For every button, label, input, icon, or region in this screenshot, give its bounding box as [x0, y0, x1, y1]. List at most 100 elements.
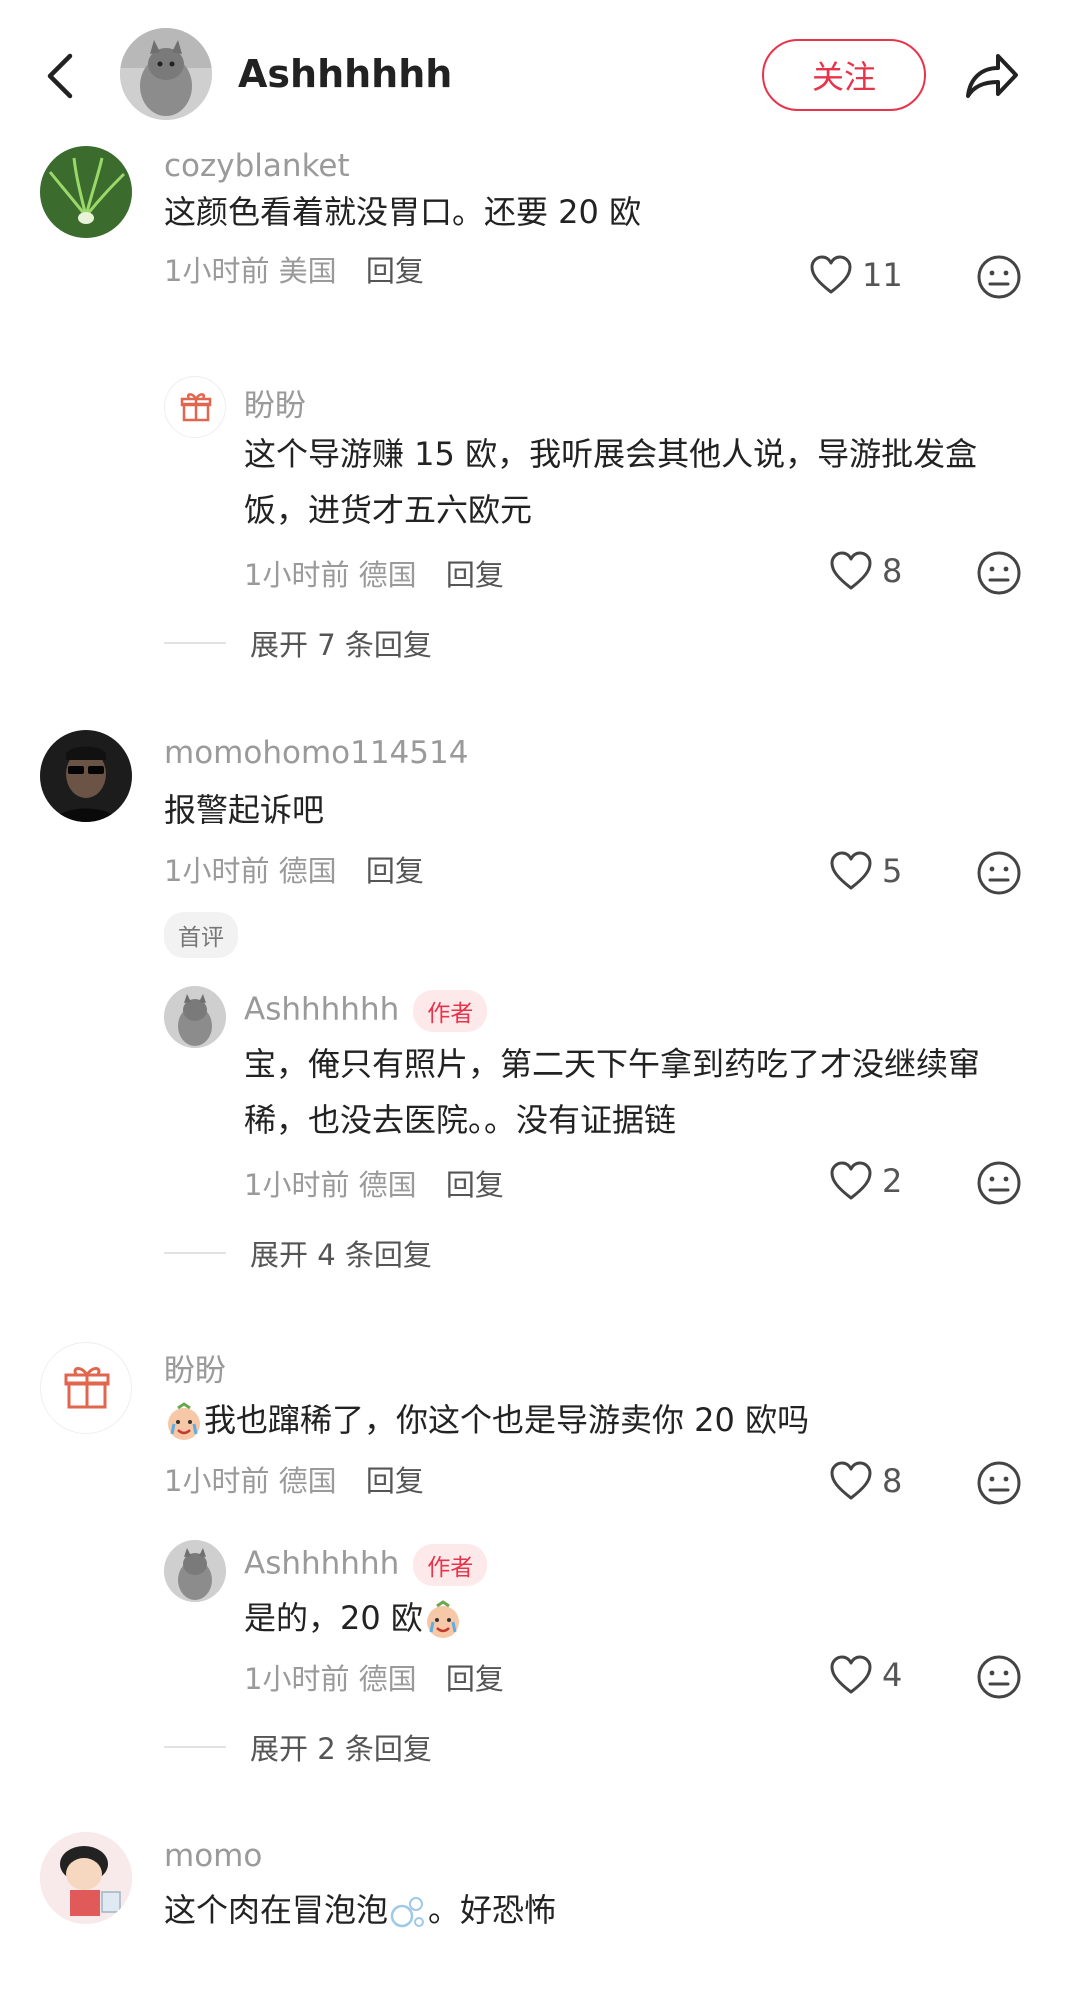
share-button[interactable]: [960, 48, 1020, 104]
reply-button[interactable]: 回复: [446, 1662, 504, 1696]
reply-avatar[interactable]: [164, 1540, 226, 1602]
reply-meta: 1小时前 德国 回复: [244, 552, 504, 594]
expand-replies-label: 展开 7 条回复: [250, 628, 432, 662]
reply-username[interactable]: 盼盼: [244, 380, 306, 425]
comment-text: 这颜色看着就没胃口。还要 20 欧: [164, 193, 642, 231]
first-comment-badge: 首评: [164, 912, 238, 958]
comment-location: 德国: [278, 1464, 337, 1498]
like-count: 4: [882, 1656, 903, 1694]
reply-time: 1小时前: [244, 558, 350, 592]
neutral-face-icon: [977, 255, 1021, 299]
comment-time: 1小时前: [164, 1464, 270, 1498]
follow-button[interactable]: 关注: [762, 39, 926, 111]
reply-location: 德国: [358, 1168, 417, 1202]
reply-avatar[interactable]: [164, 376, 226, 438]
commenter-avatar[interactable]: [40, 1832, 132, 1924]
heart-outline-icon: [830, 1655, 872, 1694]
plant-avatar-image: [40, 146, 132, 238]
comment-time: 1小时前: [164, 254, 270, 288]
comment-text: 报警起诉吧: [164, 791, 325, 829]
comment-meta: 1小时前 美国 回复: [164, 248, 424, 290]
comment-location: 德国: [278, 854, 337, 888]
heart-outline-icon: [830, 1461, 872, 1500]
emoji-react-button[interactable]: [976, 1160, 1022, 1206]
neutral-face-icon: [977, 551, 1021, 595]
reply-username: Ashhhhhh 作者: [244, 1544, 488, 1586]
emoji-react-button[interactable]: [976, 850, 1022, 896]
reply-button[interactable]: 回复: [366, 254, 424, 288]
divider-line: [164, 1746, 226, 1748]
reply-username: Ashhhhhh 作者: [244, 990, 488, 1032]
like-button[interactable]: 8: [828, 1458, 902, 1504]
comment-username[interactable]: momo: [164, 1838, 262, 1874]
top-bar: Ashhhhhh 关注: [0, 0, 1080, 160]
heart-outline-icon: [830, 1161, 872, 1200]
like-button[interactable]: 5: [828, 848, 902, 894]
author-badge: 作者: [413, 990, 488, 1032]
commenter-avatar[interactable]: [40, 1342, 132, 1434]
author-avatar[interactable]: [120, 28, 212, 120]
like-count: 2: [882, 1162, 903, 1200]
reply-username-text[interactable]: Ashhhhhh: [244, 992, 399, 1028]
like-count: 5: [882, 852, 903, 890]
comment-meta: 1小时前 德国 回复: [164, 1458, 424, 1500]
emoji-react-button[interactable]: [976, 1460, 1022, 1506]
crying-face-emoji: [168, 1402, 200, 1440]
expand-replies-button[interactable]: 展开 7 条回复: [164, 622, 432, 664]
emoji-react-button[interactable]: [976, 254, 1022, 300]
heart-outline-icon: [810, 255, 852, 294]
comment-username[interactable]: momohomo114514: [164, 735, 468, 771]
cat-avatar-image: [164, 986, 226, 1048]
crying-face-emoji: [426, 1600, 459, 1638]
reply-text: 这个导游赚 15 欧，我听展会其他人说，导游批发盒饭，进货才五六欧元: [244, 435, 978, 529]
reply-button[interactable]: 回复: [446, 1168, 504, 1202]
expand-replies-label: 展开 2 条回复: [250, 1732, 432, 1766]
reply-button[interactable]: 回复: [366, 854, 424, 888]
comment-username[interactable]: 盼盼: [164, 1345, 226, 1390]
neutral-face-icon: [977, 1655, 1021, 1699]
chevron-left-icon: [47, 53, 73, 99]
comment-text-part1: 这个肉在冒泡泡: [164, 1891, 389, 1929]
reply-button[interactable]: 回复: [366, 1464, 424, 1498]
divider-line: [164, 1252, 226, 1254]
reply-text-body: 是的，20 欧: [244, 1599, 423, 1637]
share-arrow-icon: [966, 54, 1018, 98]
comment-text-part2: 。好恐怖: [428, 1891, 557, 1929]
commenter-avatar[interactable]: [40, 146, 132, 238]
reply-meta: 1小时前 德国 回复: [244, 1656, 504, 1698]
comment-text: 我也蹿稀了，你这个也是导游卖你 20 欧吗: [164, 1392, 1024, 1448]
emoji-react-button[interactable]: [976, 550, 1022, 596]
cartoon-girl-avatar-image: [40, 1832, 132, 1924]
comment-text: 这个肉在冒泡泡 。好恐怖: [164, 1882, 1024, 1938]
expand-replies-button[interactable]: 展开 2 条回复: [164, 1726, 432, 1768]
reply-location: 德国: [358, 1662, 417, 1696]
expand-replies-label: 展开 4 条回复: [250, 1238, 432, 1272]
reply-username-text[interactable]: Ashhhhhh: [244, 1546, 399, 1582]
cat-avatar-image: [120, 28, 212, 120]
reply-time: 1小时前: [244, 1168, 350, 1202]
neutral-face-icon: [977, 1461, 1021, 1505]
comment-time: 1小时前: [164, 854, 270, 888]
divider-line: [164, 642, 226, 644]
comment-text-body: 我也蹿稀了，你这个也是导游卖你 20 欧吗: [204, 1401, 810, 1439]
commenter-avatar[interactable]: [40, 730, 132, 822]
comment-username[interactable]: cozyblanket: [164, 148, 350, 184]
like-button[interactable]: 8: [828, 548, 902, 594]
like-button[interactable]: 2: [828, 1158, 902, 1204]
expand-replies-button[interactable]: 展开 4 条回复: [164, 1232, 432, 1274]
reply-meta: 1小时前 德国 回复: [244, 1162, 504, 1204]
author-badge: 作者: [413, 1544, 488, 1586]
back-button[interactable]: [40, 48, 84, 104]
like-button[interactable]: 4: [828, 1652, 902, 1698]
comment-location: 美国: [278, 254, 337, 288]
emoji-react-button[interactable]: [976, 1654, 1022, 1700]
like-count: 11: [862, 256, 903, 294]
reply-avatar[interactable]: [164, 986, 226, 1048]
gift-icon: [180, 393, 212, 422]
reply-time: 1小时前: [244, 1662, 350, 1696]
heart-outline-icon: [830, 551, 872, 590]
like-button[interactable]: 11: [808, 252, 903, 298]
bubbles-emoji: [390, 1897, 425, 1928]
reply-button[interactable]: 回复: [446, 558, 504, 592]
author-name: Ashhhhhh: [238, 52, 453, 96]
